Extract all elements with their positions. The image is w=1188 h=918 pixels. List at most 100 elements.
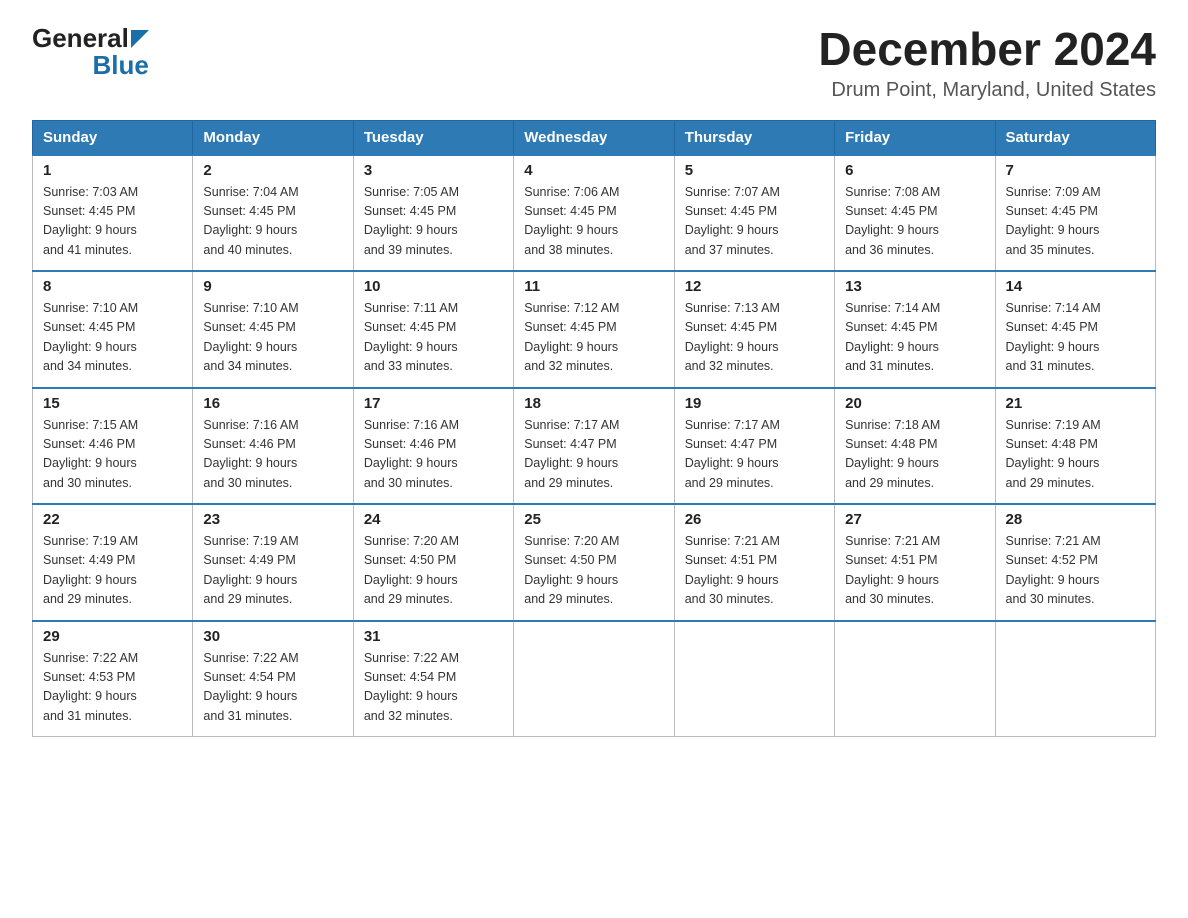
day-number: 24: [364, 511, 503, 528]
day-info: Sunrise: 7:19 AMSunset: 4:49 PMDaylight:…: [43, 532, 182, 610]
calendar-cell: 10 Sunrise: 7:11 AMSunset: 4:45 PMDayligh…: [353, 271, 513, 388]
day-number: 25: [524, 511, 663, 528]
day-number: 28: [1006, 511, 1145, 528]
day-info: Sunrise: 7:09 AMSunset: 4:45 PMDaylight:…: [1006, 183, 1145, 261]
weekday-header-thursday: Thursday: [674, 120, 834, 155]
calendar-cell: 1 Sunrise: 7:03 AMSunset: 4:45 PMDaylight…: [33, 155, 193, 272]
header: General Blue December 2024 Drum Point, M…: [32, 24, 1156, 102]
day-info: Sunrise: 7:13 AMSunset: 4:45 PMDaylight:…: [685, 299, 824, 377]
day-number: 13: [845, 278, 984, 295]
calendar-cell: 26Sunrise: 7:21 AMSunset: 4:51 PMDayligh…: [674, 504, 834, 621]
calendar-cell: [835, 621, 995, 737]
day-number: 5: [685, 162, 824, 179]
calendar-cell: 12Sunrise: 7:13 AMSunset: 4:45 PMDayligh…: [674, 271, 834, 388]
day-info: Sunrise: 7:03 AMSunset: 4:45 PMDaylight:…: [43, 183, 182, 261]
calendar-cell: 9 Sunrise: 7:10 AMSunset: 4:45 PMDaylight…: [193, 271, 353, 388]
day-info: Sunrise: 7:10 AMSunset: 4:45 PMDaylight:…: [43, 299, 182, 377]
weekday-header-friday: Friday: [835, 120, 995, 155]
day-number: 27: [845, 511, 984, 528]
day-number: 10: [364, 278, 503, 295]
day-info: Sunrise: 7:19 AMSunset: 4:49 PMDaylight:…: [203, 532, 342, 610]
calendar-cell: 3Sunrise: 7:05 AMSunset: 4:45 PMDaylight…: [353, 155, 513, 272]
logo-blue-text: Blue: [92, 50, 148, 80]
day-number: 2: [203, 162, 342, 179]
calendar-cell: 31Sunrise: 7:22 AMSunset: 4:54 PMDayligh…: [353, 621, 513, 737]
day-info: Sunrise: 7:20 AMSunset: 4:50 PMDaylight:…: [524, 532, 663, 610]
calendar-cell: 21 Sunrise: 7:19 AMSunset: 4:48 PMDayligh…: [995, 388, 1155, 505]
calendar-cell: 17 Sunrise: 7:16 AMSunset: 4:46 PMDayligh…: [353, 388, 513, 505]
day-number: 17: [364, 395, 503, 412]
day-info: Sunrise: 7:22 AMSunset: 4:53 PMDaylight:…: [43, 649, 182, 727]
day-info: Sunrise: 7:10 AMSunset: 4:45 PMDaylight:…: [203, 299, 342, 377]
calendar-cell: 4Sunrise: 7:06 AMSunset: 4:45 PMDaylight…: [514, 155, 674, 272]
weekday-header-row: SundayMondayTuesdayWednesdayThursdayFrid…: [33, 120, 1156, 155]
calendar-cell: [674, 621, 834, 737]
day-info: Sunrise: 7:21 AMSunset: 4:52 PMDaylight:…: [1006, 532, 1145, 610]
day-number: 23: [203, 511, 342, 528]
calendar-cell: 28 Sunrise: 7:21 AMSunset: 4:52 PMDayligh…: [995, 504, 1155, 621]
weekday-header-sunday: Sunday: [33, 120, 193, 155]
calendar-cell: 25 Sunrise: 7:20 AMSunset: 4:50 PMDayligh…: [514, 504, 674, 621]
day-number: 15: [43, 395, 182, 412]
day-info: Sunrise: 7:19 AMSunset: 4:48 PMDaylight:…: [1006, 416, 1145, 494]
page-title: December 2024: [818, 24, 1156, 75]
day-number: 18: [524, 395, 663, 412]
title-area: December 2024 Drum Point, Maryland, Unit…: [818, 24, 1156, 102]
calendar-cell: 27 Sunrise: 7:21 AMSunset: 4:51 PMDayligh…: [835, 504, 995, 621]
day-info: Sunrise: 7:06 AMSunset: 4:45 PMDaylight:…: [524, 183, 663, 261]
calendar-cell: 5 Sunrise: 7:07 AMSunset: 4:45 PMDaylight…: [674, 155, 834, 272]
week-row-3: 15 Sunrise: 7:15 AMSunset: 4:46 PMDayligh…: [33, 388, 1156, 505]
day-info: Sunrise: 7:17 AMSunset: 4:47 PMDaylight:…: [685, 416, 824, 494]
calendar-cell: 30Sunrise: 7:22 AMSunset: 4:54 PMDayligh…: [193, 621, 353, 737]
day-number: 29: [43, 628, 182, 645]
day-number: 20: [845, 395, 984, 412]
weekday-header-saturday: Saturday: [995, 120, 1155, 155]
day-number: 19: [685, 395, 824, 412]
day-number: 8: [43, 278, 182, 295]
day-number: 14: [1006, 278, 1145, 295]
week-row-1: 1 Sunrise: 7:03 AMSunset: 4:45 PMDaylight…: [33, 155, 1156, 272]
calendar-cell: 11Sunrise: 7:12 AMSunset: 4:45 PMDayligh…: [514, 271, 674, 388]
calendar-cell: [995, 621, 1155, 737]
calendar-table: SundayMondayTuesdayWednesdayThursdayFrid…: [32, 120, 1156, 738]
day-info: Sunrise: 7:04 AMSunset: 4:45 PMDaylight:…: [203, 183, 342, 261]
calendar-cell: 18 Sunrise: 7:17 AMSunset: 4:47 PMDayligh…: [514, 388, 674, 505]
week-row-4: 22 Sunrise: 7:19 AMSunset: 4:49 PMDayligh…: [33, 504, 1156, 621]
calendar-cell: 14Sunrise: 7:14 AMSunset: 4:45 PMDayligh…: [995, 271, 1155, 388]
day-number: 6: [845, 162, 984, 179]
page-subtitle: Drum Point, Maryland, United States: [818, 79, 1156, 102]
calendar-cell: 16Sunrise: 7:16 AMSunset: 4:46 PMDayligh…: [193, 388, 353, 505]
day-info: Sunrise: 7:14 AMSunset: 4:45 PMDaylight:…: [845, 299, 984, 377]
logo-general-text: General: [32, 25, 129, 51]
day-info: Sunrise: 7:21 AMSunset: 4:51 PMDaylight:…: [845, 532, 984, 610]
logo-triangle-icon: [131, 30, 149, 48]
day-info: Sunrise: 7:11 AMSunset: 4:45 PMDaylight:…: [364, 299, 503, 377]
calendar-cell: 20Sunrise: 7:18 AMSunset: 4:48 PMDayligh…: [835, 388, 995, 505]
day-number: 22: [43, 511, 182, 528]
calendar-cell: 8 Sunrise: 7:10 AMSunset: 4:45 PMDaylight…: [33, 271, 193, 388]
day-number: 26: [685, 511, 824, 528]
day-number: 31: [364, 628, 503, 645]
day-info: Sunrise: 7:08 AMSunset: 4:45 PMDaylight:…: [845, 183, 984, 261]
calendar-cell: 24Sunrise: 7:20 AMSunset: 4:50 PMDayligh…: [353, 504, 513, 621]
calendar-cell: 23 Sunrise: 7:19 AMSunset: 4:49 PMDayligh…: [193, 504, 353, 621]
day-number: 1: [43, 162, 182, 179]
day-number: 7: [1006, 162, 1145, 179]
weekday-header-monday: Monday: [193, 120, 353, 155]
calendar-cell: 29 Sunrise: 7:22 AMSunset: 4:53 PMDayligh…: [33, 621, 193, 737]
calendar-cell: 7 Sunrise: 7:09 AMSunset: 4:45 PMDaylight…: [995, 155, 1155, 272]
calendar-cell: 2 Sunrise: 7:04 AMSunset: 4:45 PMDaylight…: [193, 155, 353, 272]
calendar-cell: 15 Sunrise: 7:15 AMSunset: 4:46 PMDayligh…: [33, 388, 193, 505]
day-number: 16: [203, 395, 342, 412]
day-info: Sunrise: 7:16 AMSunset: 4:46 PMDaylight:…: [364, 416, 503, 494]
day-number: 3: [364, 162, 503, 179]
day-info: Sunrise: 7:17 AMSunset: 4:47 PMDaylight:…: [524, 416, 663, 494]
day-info: Sunrise: 7:22 AMSunset: 4:54 PMDaylight:…: [203, 649, 342, 727]
day-info: Sunrise: 7:07 AMSunset: 4:45 PMDaylight:…: [685, 183, 824, 261]
day-info: Sunrise: 7:15 AMSunset: 4:46 PMDaylight:…: [43, 416, 182, 494]
day-number: 21: [1006, 395, 1145, 412]
calendar-cell: 22 Sunrise: 7:19 AMSunset: 4:49 PMDayligh…: [33, 504, 193, 621]
calendar-cell: 6 Sunrise: 7:08 AMSunset: 4:45 PMDaylight…: [835, 155, 995, 272]
calendar-cell: [514, 621, 674, 737]
day-number: 9: [203, 278, 342, 295]
